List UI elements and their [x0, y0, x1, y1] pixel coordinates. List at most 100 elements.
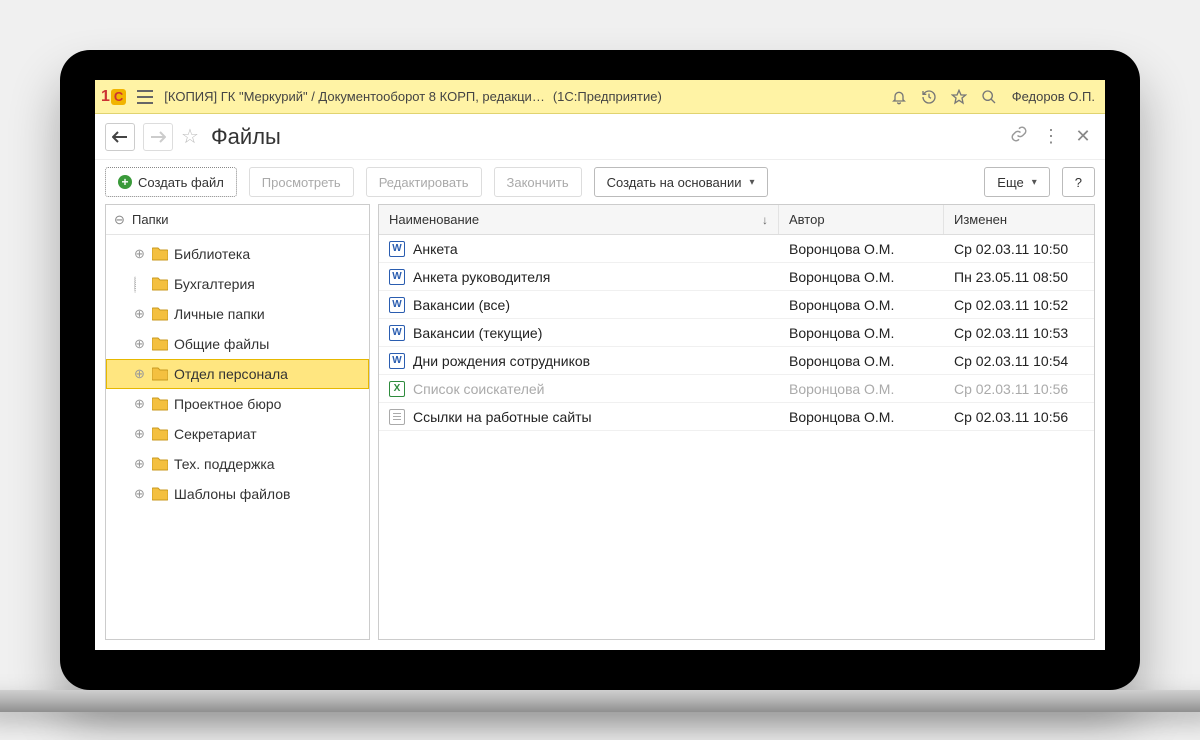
text-file-icon — [389, 409, 405, 425]
app-title: [КОПИЯ] ГК "Меркурий" / Документооборот … — [164, 89, 545, 104]
toolbar: + Создать файл Просмотреть Редактировать… — [95, 160, 1105, 204]
collapse-icon[interactable]: ⊖ — [114, 212, 126, 228]
expand-icon[interactable]: ⊕ — [134, 456, 146, 472]
tree-item-label: Личные папки — [174, 306, 265, 322]
search-icon[interactable] — [978, 89, 1000, 105]
tree-item[interactable]: ⊕ Библиотека — [106, 239, 369, 269]
expand-icon[interactable]: ⊕ — [134, 396, 146, 412]
file-modified: Пн 23.05.11 08:50 — [944, 269, 1094, 285]
file-name: Анкета — [413, 241, 458, 257]
file-name: Дни рождения сотрудников — [413, 353, 590, 369]
file-modified: Ср 02.03.11 10:50 — [944, 241, 1094, 257]
nav-back-button[interactable] — [105, 123, 135, 151]
titlebar: 1C [КОПИЯ] ГК "Меркурий" / Документообор… — [95, 80, 1105, 114]
current-user[interactable]: Федоров О.П. — [1008, 89, 1099, 104]
tree-item-label: Проектное бюро — [174, 396, 281, 412]
table-row[interactable]: Ссылки на работные сайтыВоронцова О.М.Ср… — [379, 403, 1094, 431]
laptop-frame: 1C [КОПИЯ] ГК "Меркурий" / Документообор… — [60, 50, 1140, 690]
file-list: WАнкетаВоронцова О.М.Ср 02.03.11 10:50WА… — [379, 235, 1094, 431]
tree-item[interactable]: Бухгалтерия — [106, 269, 369, 299]
main-menu-icon[interactable] — [134, 90, 156, 104]
file-name: Ссылки на работные сайты — [413, 409, 592, 425]
tree-item[interactable]: ⊕ Отдел персонала — [106, 359, 369, 389]
file-author: Воронцова О.М. — [779, 241, 944, 257]
logo-1c: 1C — [101, 88, 126, 106]
create-based-button[interactable]: Создать на основании▾ — [594, 167, 768, 197]
table-row[interactable]: XСписок соискателейВоронцова О.М.Ср 02.0… — [379, 375, 1094, 403]
tree-item[interactable]: ⊕ Проектное бюро — [106, 389, 369, 419]
table-row[interactable]: W Вакансии (все) Воронцова О.М.Ср 02.03.11… — [379, 291, 1094, 319]
table-row[interactable]: WВакансии (текущие)Воронцова О.М.Ср 02.0… — [379, 319, 1094, 347]
column-name[interactable]: Наименование ↓ — [379, 205, 779, 234]
tree-item[interactable]: ⊕ Личные папки — [106, 299, 369, 329]
table-row[interactable]: W Анкета Воронцова О.М.Ср 02.03.11 10:50 — [379, 235, 1094, 263]
tree-item-label: Секретариат — [174, 426, 257, 442]
tree-item[interactable]: ⊕Шаблоны файлов — [106, 479, 369, 509]
tree-root[interactable]: ⊖ Папки — [106, 205, 369, 235]
file-modified: Ср 02.03.11 10:54 — [944, 353, 1094, 369]
star-icon[interactable] — [948, 89, 970, 105]
file-author: Воронцова О.М. — [779, 325, 944, 341]
file-modified: Ср 02.03.11 10:56 — [944, 409, 1094, 425]
loading-icon[interactable] — [134, 277, 146, 292]
page-header: ☆ Файлы ⋮ ✕ — [95, 114, 1105, 160]
table-row[interactable]: WАнкета руководителяВоронцова О.М.Пн 23.… — [379, 263, 1094, 291]
page-title: Файлы — [211, 124, 281, 150]
expand-icon[interactable]: ⊕ — [134, 366, 146, 382]
folder-icon — [152, 367, 168, 381]
list-header: Наименование ↓ Автор Изменен — [379, 205, 1094, 235]
folder-icon — [152, 277, 168, 291]
tree-item-label: Отдел персонала — [174, 366, 288, 382]
edit-button: Редактировать — [366, 167, 482, 197]
more-button[interactable]: Еще▾ — [984, 167, 1049, 197]
word-file-icon: W — [389, 241, 405, 257]
file-name: Вакансии (текущие) — [413, 325, 542, 341]
file-modified: Ср 02.03.11 10:53 — [944, 325, 1094, 341]
history-icon[interactable] — [918, 89, 940, 105]
file-author: Воронцова О.М. — [779, 297, 944, 313]
word-file-icon: W — [389, 297, 405, 313]
more-vertical-icon[interactable]: ⋮ — [1039, 126, 1063, 147]
help-button[interactable]: ? — [1062, 167, 1095, 197]
file-list-pane: Наименование ↓ Автор Изменен W Анкета Воро… — [378, 204, 1095, 640]
folder-tree: ⊕ Библиотека Бухгалтерия ⊕ Личные папки ⊕ Общи… — [106, 235, 369, 513]
folder-icon — [152, 457, 168, 471]
table-row[interactable]: W Дни рождения сотрудников Воронцова О.М.С… — [379, 347, 1094, 375]
tree-item-label: Тех. поддержка — [174, 456, 275, 472]
favorite-toggle-icon[interactable]: ☆ — [181, 124, 199, 149]
app-screen: 1C [КОПИЯ] ГК "Меркурий" / Документообор… — [95, 80, 1105, 650]
file-modified: Ср 02.03.11 10:52 — [944, 297, 1094, 313]
close-icon[interactable]: ✕ — [1071, 126, 1095, 147]
create-file-button[interactable]: + Создать файл — [105, 167, 237, 197]
expand-icon[interactable]: ⊕ — [134, 486, 146, 502]
file-author: Воронцова О.М. — [779, 353, 944, 369]
column-modified[interactable]: Изменен — [944, 205, 1094, 234]
app-subtitle: (1С:Предприятие) — [553, 89, 662, 104]
tree-item-label: Библиотека — [174, 246, 250, 262]
folder-icon — [152, 337, 168, 351]
file-modified: Ср 02.03.11 10:56 — [944, 381, 1094, 397]
finish-button: Закончить — [494, 167, 582, 197]
folder-tree-pane: ⊖ Папки ⊕ Библиотека Бухгалтерия ⊕ Личные па… — [105, 204, 370, 640]
expand-icon[interactable]: ⊕ — [134, 306, 146, 322]
expand-icon[interactable]: ⊕ — [134, 336, 146, 352]
link-icon[interactable] — [1007, 125, 1031, 148]
plus-icon: + — [118, 175, 132, 189]
file-name: Анкета руководителя — [413, 269, 550, 285]
tree-item[interactable]: ⊕ Общие файлы — [106, 329, 369, 359]
expand-icon[interactable]: ⊕ — [134, 246, 146, 262]
main-area: ⊖ Папки ⊕ Библиотека Бухгалтерия ⊕ Личные па… — [95, 204, 1105, 650]
nav-forward-button — [143, 123, 173, 151]
column-author[interactable]: Автор — [779, 205, 944, 234]
folder-icon — [152, 487, 168, 501]
tree-item[interactable]: ⊕ Тех. поддержка — [106, 449, 369, 479]
word-file-icon: W — [389, 353, 405, 369]
view-button: Просмотреть — [249, 167, 354, 197]
tree-item[interactable]: ⊕ Секретариат — [106, 419, 369, 449]
file-name: Вакансии (все) — [413, 297, 510, 313]
bell-icon[interactable] — [888, 89, 910, 105]
tree-item-label: Общие файлы — [174, 336, 269, 352]
expand-icon[interactable]: ⊕ — [134, 426, 146, 442]
folder-icon — [152, 427, 168, 441]
file-author: Воронцова О.М. — [779, 381, 944, 397]
